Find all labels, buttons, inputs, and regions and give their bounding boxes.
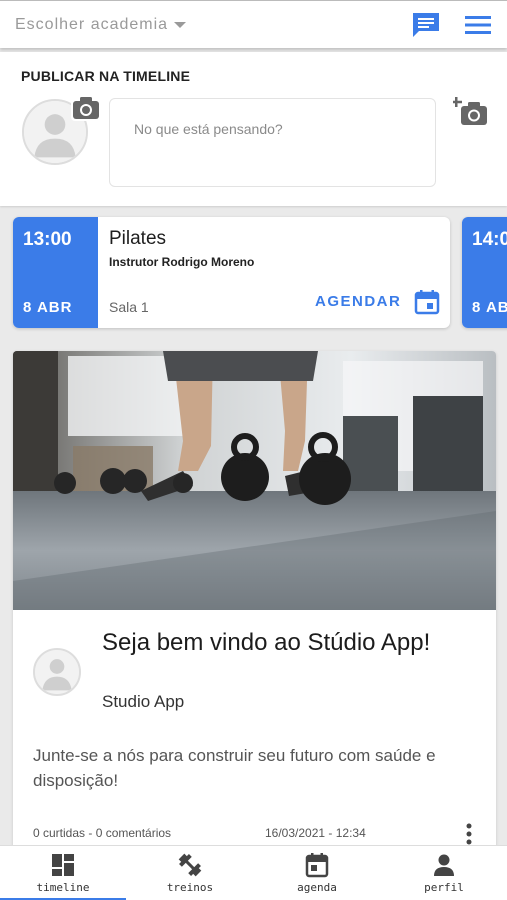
post-input-placeholder: No que está pensando? (134, 121, 283, 137)
post-author: Studio App (102, 692, 185, 711)
nav-item-perfil[interactable]: perfil (381, 846, 507, 900)
nav-item-treinos[interactable]: treinos (127, 846, 253, 900)
post-datetime: 16/03/2021 - 12:34 (265, 826, 366, 840)
timeline-post: Seja bem vindo ao Stúdio App! Studio App… (13, 351, 496, 851)
class-time-column: 13:00 8 ABR (13, 217, 98, 328)
post-title: Seja bem vindo ao Stúdio App! (102, 629, 431, 656)
post-image[interactable] (13, 351, 496, 610)
nav-label-perfil: perfil (424, 881, 464, 894)
class-card[interactable]: 13:00 8 ABR Pilates Instrutor Rodrigo Mo… (13, 217, 450, 328)
nav-label-timeline: timeline (36, 881, 90, 894)
dashboard-icon (52, 854, 74, 876)
nav-item-timeline[interactable]: timeline (0, 846, 126, 900)
app-screen: Escolher academia PUBLICAR NA TIMELINE N… (0, 0, 507, 900)
class-time: 14:0 (472, 229, 507, 250)
post-body: Junte-se a nós para construir seu futuro… (33, 746, 436, 790)
class-date: 8 ABR (23, 299, 73, 316)
top-app-bar: Escolher academia (0, 0, 507, 48)
add-photo-icon[interactable] (453, 96, 489, 128)
calendar-icon (305, 853, 329, 878)
post-stats[interactable]: 0 curtidas - 0 comentários (33, 826, 171, 840)
bottom-navigation: timeline treinos agenda perfil (0, 845, 507, 900)
publish-title: PUBLICAR NA TIMELINE (21, 68, 191, 84)
calendar-icon[interactable] (414, 289, 440, 315)
class-time: 13:00 (23, 229, 72, 250)
gym-selector-label: Escolher academia (15, 15, 169, 33)
class-time-column: 14:0 8 AB (462, 217, 507, 328)
nav-item-agenda[interactable]: agenda (254, 846, 380, 900)
class-date: 8 AB (472, 299, 507, 316)
camera-icon[interactable] (71, 95, 101, 121)
book-class-button[interactable]: AGENDAR (315, 293, 401, 310)
post-author-avatar-icon[interactable] (33, 648, 81, 696)
person-icon (434, 854, 454, 876)
chat-icon[interactable] (411, 11, 441, 39)
class-name: Pilates (109, 228, 167, 249)
class-room: Sala 1 (109, 299, 149, 315)
nav-label-agenda: agenda (297, 881, 337, 894)
dumbbell-icon (178, 853, 202, 877)
publish-card: PUBLICAR NA TIMELINE No que está pensand… (0, 52, 507, 206)
class-card[interactable]: 14:0 8 AB (462, 217, 507, 328)
post-text-input[interactable]: No que está pensando? (109, 98, 436, 187)
gym-selector[interactable]: Escolher academia (15, 15, 187, 34)
nav-label-treinos: treinos (166, 881, 214, 894)
caret-down-icon (174, 21, 187, 28)
class-instructor: Instrutor Rodrigo Moreno (109, 255, 255, 269)
hamburger-menu-icon[interactable] (464, 14, 492, 36)
more-options-icon[interactable] (464, 822, 474, 846)
